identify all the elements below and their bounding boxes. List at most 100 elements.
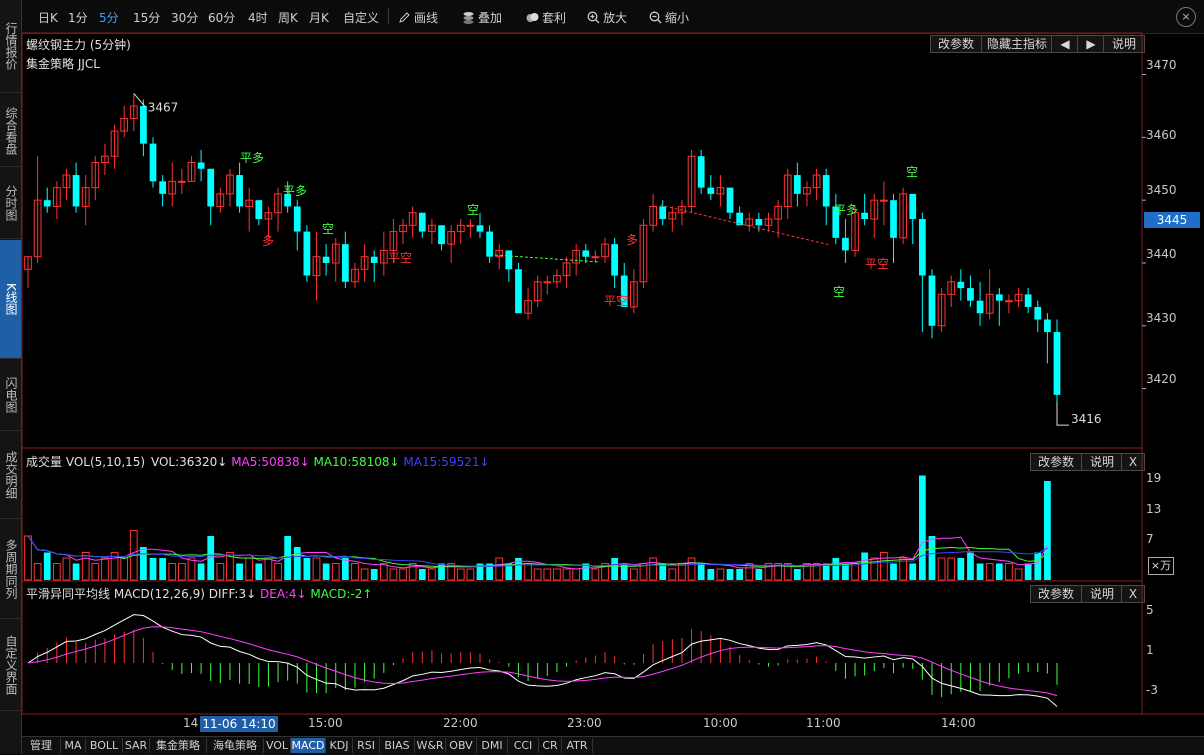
indicator-tab[interactable]: W&R [415, 738, 446, 753]
price-tick: 3440 [1146, 247, 1177, 261]
indicator-tab[interactable]: KDJ [326, 738, 353, 753]
volume-bar [466, 568, 475, 581]
volume-bar [274, 563, 282, 581]
volume-bar [937, 557, 946, 581]
candle-body [370, 256, 378, 263]
volume-bar [408, 563, 417, 581]
candle-body [149, 143, 157, 182]
volume-bar [255, 563, 263, 580]
candle-body [659, 206, 667, 220]
high-marker-line [133, 93, 147, 108]
volume-bar [438, 563, 445, 580]
current-price-tag: 3445 [1144, 212, 1200, 228]
indicator-tab[interactable]: RSI [353, 738, 380, 753]
signal-label: 平多 [240, 151, 264, 165]
indicator-tab[interactable]: 集金策略 [150, 738, 207, 753]
candle-body [515, 269, 522, 314]
indicator-tab[interactable]: ATR [562, 738, 593, 753]
volume-bar [101, 557, 109, 581]
indicator-tab[interactable]: DMI [477, 738, 508, 753]
kline-chart[interactable]: 34673416平多平多空空 平多空多平空平空多平空空 [0, 0, 1204, 754]
volume-bar [293, 547, 301, 580]
signal-label: 平空 [388, 251, 412, 265]
volume-bar [245, 557, 254, 581]
volume-bar [197, 563, 205, 580]
signal-label: 空 [467, 203, 479, 217]
trend-line [659, 204, 831, 246]
candle-body [197, 162, 205, 169]
volume-bar [822, 563, 830, 580]
volume-bar [957, 558, 965, 580]
candle-body [43, 200, 51, 207]
indicator-tab[interactable]: BIAS [380, 738, 415, 753]
volume-bar [755, 569, 763, 580]
volume-bar [524, 563, 532, 581]
volume-bar [543, 568, 552, 581]
indicator-tab[interactable]: CR [539, 738, 562, 753]
macd-tick: 5 [1146, 603, 1154, 617]
time-label: 15:00 [308, 716, 343, 730]
indicator-tab[interactable]: MACD [291, 738, 326, 753]
indicator-tab[interactable]: OBV [446, 738, 477, 753]
candle-body [1044, 319, 1051, 333]
volume-unit-button[interactable]: ×万 [1148, 557, 1174, 575]
volume-bar [687, 557, 696, 581]
candle-body [438, 225, 445, 245]
macd-pane [21, 580, 1143, 715]
indicator-tab[interactable]: BOLL [86, 738, 123, 753]
volume-bar [668, 568, 677, 581]
time-label: 23:00 [567, 716, 602, 730]
volume-bar [62, 557, 71, 581]
volume-bar [716, 568, 725, 581]
volume-bar [985, 563, 994, 581]
candle-body [207, 168, 215, 207]
candle-body [1053, 332, 1061, 395]
candle-body [822, 175, 830, 207]
volume-bar [995, 563, 1003, 580]
candle-body [707, 187, 715, 194]
candle-body [505, 250, 513, 270]
volume-bar [832, 558, 840, 580]
candle-body [159, 181, 167, 194]
indicator-tab[interactable]: CCI [508, 738, 539, 753]
macd-tick: -3 [1146, 683, 1158, 697]
macd-tick: 1 [1146, 643, 1154, 657]
candle-body [918, 219, 926, 276]
indicator-tab[interactable]: 海龟策略 [207, 738, 264, 753]
indicator-tab[interactable]: VOL [264, 738, 291, 753]
indicator-tab[interactable]: 管理 [22, 738, 61, 753]
candle-body [976, 300, 984, 314]
indicator-tab[interactable]: SAR [123, 738, 150, 753]
macd-dea-line [27, 626, 1058, 697]
volume-bar [629, 568, 638, 581]
volume-bar [168, 563, 177, 581]
volume-bar [736, 569, 744, 580]
candle-body [909, 193, 917, 220]
volume-bar [495, 557, 504, 581]
candle-body [322, 256, 330, 263]
volume-bar [379, 563, 388, 581]
volume-bar [1005, 563, 1013, 581]
signal-label: 平多 [834, 203, 858, 217]
volume-bar [591, 568, 600, 581]
volume-bar [264, 557, 273, 581]
indicator-tab[interactable]: MA [61, 738, 86, 753]
volume-bar [43, 552, 51, 580]
price-tick: 3450 [1146, 183, 1177, 197]
candle-body [726, 187, 734, 213]
volume-bar [533, 568, 542, 581]
volume-bar [697, 563, 705, 580]
volume-bar [707, 569, 715, 580]
candle-body [967, 288, 974, 301]
volume-bar [140, 547, 147, 580]
volume-bar [851, 563, 859, 581]
volume-bar [611, 558, 618, 580]
volume-bar [562, 568, 571, 581]
main-pane [21, 32, 1143, 449]
volume-bar [861, 552, 869, 580]
candle-body [341, 244, 349, 282]
volume-bar [389, 568, 398, 581]
time-label: 14:00 [941, 716, 976, 730]
candle-body [1034, 306, 1042, 320]
low-marker-line [1056, 401, 1069, 426]
